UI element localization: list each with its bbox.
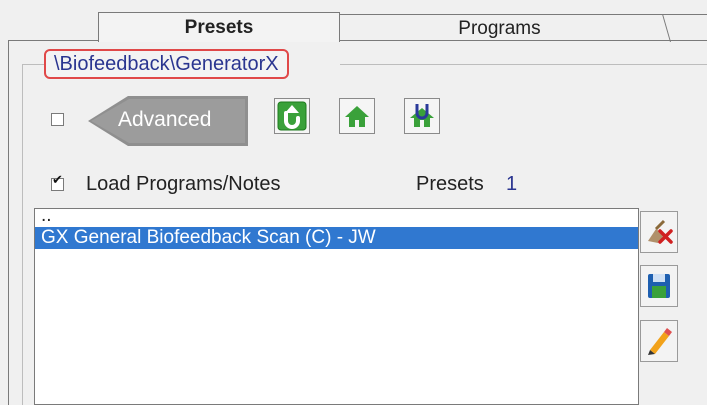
delete-icon — [648, 219, 673, 244]
load-programs-checkbox[interactable]: ✔ — [51, 174, 64, 191]
user-home-button[interactable] — [404, 98, 440, 134]
folder-path-text: \Biofeedback\GeneratorX — [54, 52, 279, 75]
refresh-up-button[interactable] — [274, 98, 310, 134]
home-button[interactable] — [339, 98, 375, 134]
checkmark-icon: ✔ — [52, 173, 63, 188]
tab-programs[interactable]: Programs — [324, 14, 673, 42]
presets-count-label: Presets — [416, 173, 484, 195]
edit-button[interactable] — [640, 320, 678, 362]
pencil-icon — [648, 328, 672, 355]
presets-count-value: 1 — [506, 173, 518, 195]
list-item[interactable]: .. — [35, 206, 638, 227]
refresh-up-icon — [277, 101, 307, 131]
advanced-checkbox[interactable] — [51, 113, 64, 126]
home-icon — [345, 106, 369, 127]
group-border-right-top — [340, 64, 707, 65]
list-item-selected[interactable]: GX General Biofeedback Scan (C) - JW — [35, 227, 638, 249]
group-border-left-top — [22, 64, 44, 65]
tab-extra[interactable] — [661, 14, 707, 42]
delete-button[interactable] — [640, 211, 678, 253]
advanced-button[interactable]: Advanced — [88, 96, 248, 146]
group-border-left — [22, 64, 23, 405]
save-icon — [648, 274, 670, 298]
user-home-icon — [410, 104, 434, 127]
save-button[interactable] — [640, 265, 678, 307]
tab-presets-label: Presets — [184, 16, 254, 38]
presets-list[interactable]: .. GX General Biofeedback Scan (C) - JW — [34, 206, 639, 405]
advanced-label: Advanced — [118, 108, 212, 131]
load-programs-label: Load Programs/Notes — [86, 173, 281, 195]
folder-path: \Biofeedback\GeneratorX — [44, 49, 289, 79]
tab-presets[interactable]: Presets — [98, 12, 340, 42]
tab-programs-label: Programs — [457, 17, 541, 39]
